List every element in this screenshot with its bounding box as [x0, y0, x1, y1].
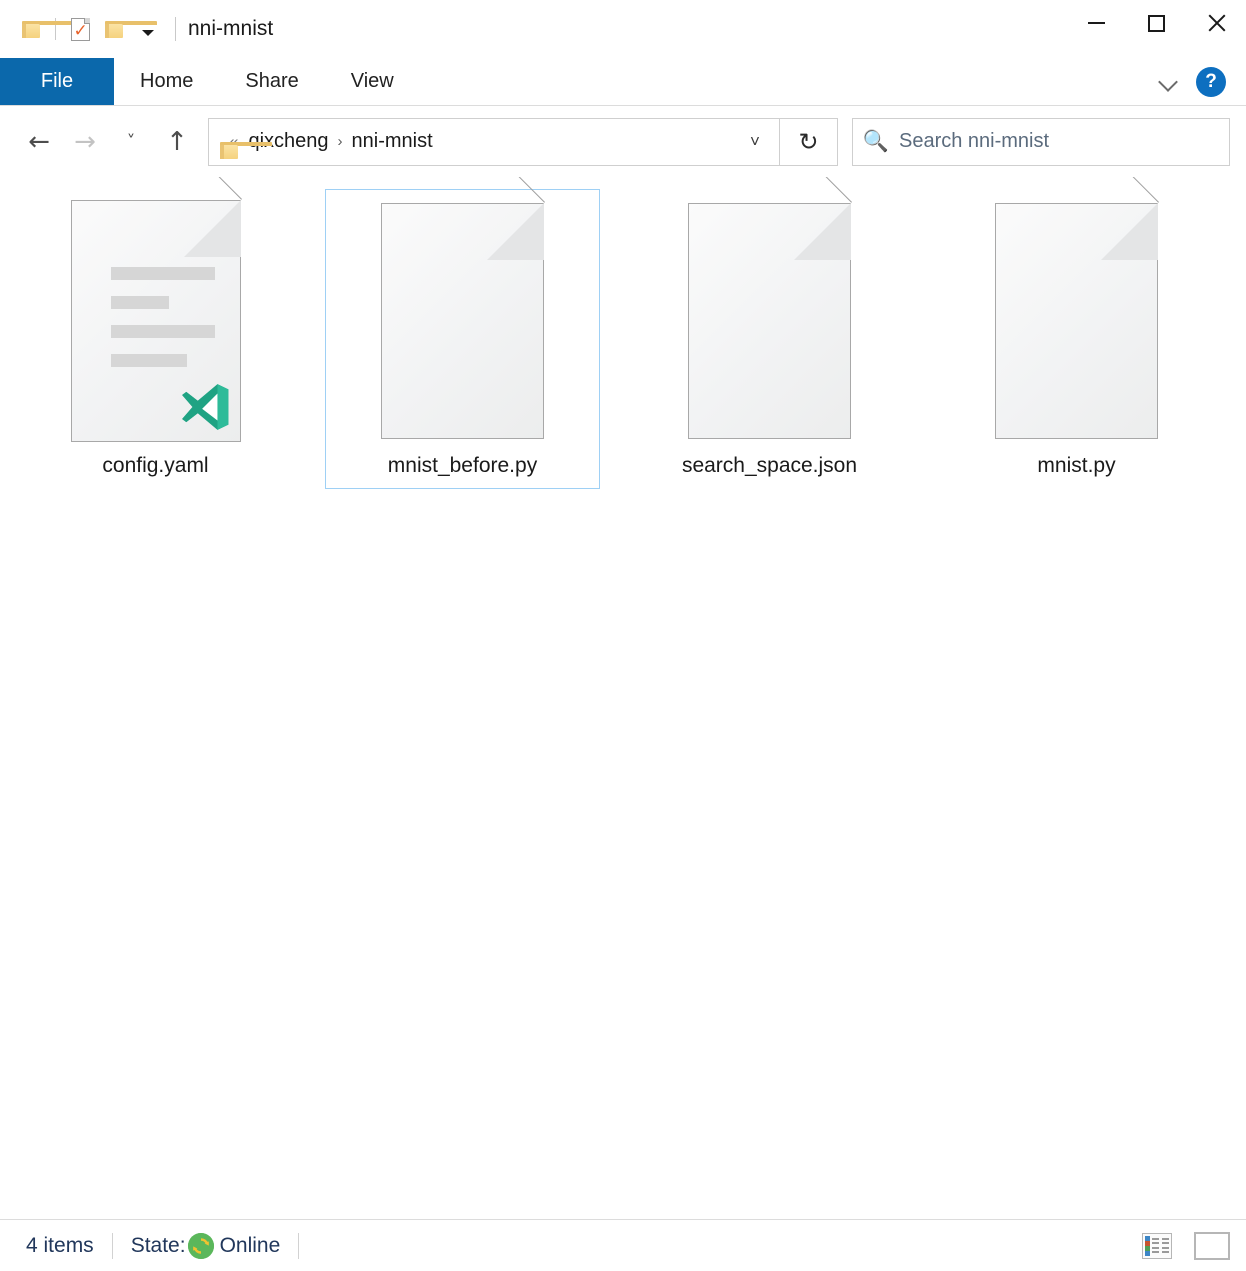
status-divider-2: [298, 1233, 299, 1259]
tab-file[interactable]: File: [0, 58, 114, 105]
close-icon: [1206, 13, 1226, 33]
file-icon-wrapper: [675, 196, 865, 446]
close-button[interactable]: [1186, 0, 1246, 46]
properties-glyph: ✓: [71, 18, 90, 41]
expand-ribbon-chevron-down-icon[interactable]: [1158, 72, 1178, 92]
file-icon-wrapper: [61, 196, 251, 446]
details-view-button[interactable]: [1142, 1233, 1172, 1259]
sync-online-icon: [188, 1233, 214, 1259]
new-folder-icon[interactable]: [97, 12, 131, 46]
customize-quick-access-icon[interactable]: [131, 12, 165, 46]
file-name-label: config.yaml: [102, 454, 208, 478]
address-bar[interactable]: « qixcheng › nni-mnist ˅: [208, 118, 780, 166]
recent-locations-chevron-down-icon[interactable]: ˅: [108, 119, 154, 165]
vscode-logo-icon: [179, 381, 231, 433]
state-label: State:: [131, 1234, 186, 1258]
file-list-view[interactable]: config.yaml mnist_before.py: [0, 177, 1246, 1219]
window-controls: [1066, 0, 1246, 58]
file-icon-wrapper: [982, 196, 1172, 446]
file-item-search-space-json[interactable]: search_space.json: [632, 189, 907, 489]
back-button[interactable]: ←: [16, 119, 62, 165]
sync-state-group: State: Online: [131, 1233, 281, 1259]
item-count-label: 4 items: [26, 1234, 94, 1258]
properties-icon[interactable]: ✓: [63, 12, 97, 46]
folder-glyph: [22, 21, 40, 38]
new-folder-glyph: [105, 21, 123, 38]
tab-home[interactable]: Home: [114, 58, 219, 105]
ribbon-actions: ?: [1158, 58, 1246, 105]
file-name-label: mnist_before.py: [388, 454, 537, 478]
file-name-label: search_space.json: [682, 454, 857, 478]
file-grid: config.yaml mnist_before.py: [0, 189, 1246, 489]
yaml-document-icon: [71, 200, 241, 442]
forward-button: →: [62, 119, 108, 165]
breadcrumb-item-nni-mnist[interactable]: nni-mnist: [352, 130, 433, 153]
ribbon-tab-bar: File Home Share View ?: [0, 58, 1246, 106]
minimize-icon: [1088, 22, 1105, 24]
tab-view[interactable]: View: [325, 58, 420, 105]
status-divider-1: [112, 1233, 113, 1259]
qat-divider-2: [175, 17, 176, 41]
blank-document-icon: [995, 203, 1158, 439]
search-icon: 🔍: [853, 129, 899, 154]
window-title: nni-mnist: [188, 17, 273, 41]
folder-icon[interactable]: [14, 12, 48, 46]
refresh-button[interactable]: ↻: [780, 118, 838, 166]
blank-document-icon: [688, 203, 851, 439]
view-toggle-group: [1142, 1232, 1230, 1260]
navigation-bar: ← → ˅ ↑ « qixcheng › nni-mnist ˅ ↻ 🔍: [0, 106, 1246, 177]
file-icon-wrapper: [368, 196, 558, 446]
minimize-button[interactable]: [1066, 0, 1126, 46]
quick-access-toolbar: ✓: [14, 12, 176, 46]
breadcrumb-separator-icon: ›: [338, 133, 343, 150]
address-dropdown-chevron-down-icon[interactable]: ˅: [731, 119, 779, 165]
status-bar: 4 items State: Online: [0, 1219, 1246, 1271]
file-name-label: mnist.py: [1037, 454, 1115, 478]
search-input[interactable]: [899, 119, 1229, 165]
file-item-mnist-py[interactable]: mnist.py: [939, 189, 1214, 489]
file-explorer-window: ✓ nni-mnist: [0, 0, 1246, 1271]
tab-share[interactable]: Share: [219, 58, 324, 105]
blank-document-icon: [381, 203, 544, 439]
help-button[interactable]: ?: [1196, 67, 1226, 97]
maximize-button[interactable]: [1126, 0, 1186, 46]
search-box[interactable]: 🔍: [852, 118, 1230, 166]
maximize-icon: [1148, 15, 1165, 32]
large-icons-view-button[interactable]: [1194, 1232, 1230, 1260]
file-item-mnist-before-py[interactable]: mnist_before.py: [325, 189, 600, 489]
document-text-lines: [111, 267, 215, 367]
state-value: Online: [220, 1234, 281, 1258]
up-button[interactable]: ↑: [154, 119, 200, 165]
title-bar: ✓ nni-mnist: [0, 0, 1246, 58]
file-item-config-yaml[interactable]: config.yaml: [18, 189, 293, 489]
